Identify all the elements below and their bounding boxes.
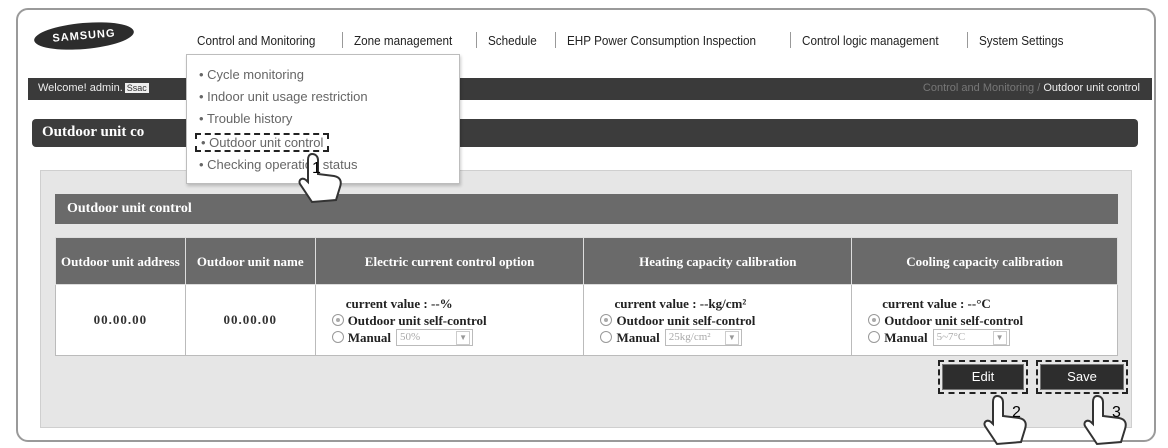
nav-separator: [789, 32, 791, 48]
nav-separator: [341, 32, 343, 48]
top-navigation: Control and Monitoring Zone management S…: [188, 28, 1084, 52]
select-value: 25kg/cm²: [668, 330, 711, 343]
panel-title-bar: Outdoor unit control: [55, 194, 1118, 224]
nav-control-logic-management[interactable]: Control logic management: [793, 33, 948, 48]
menu-item-cycle-monitoring[interactable]: • Cycle monitoring: [199, 67, 304, 82]
outdoor-unit-address: 00.00.00: [55, 284, 186, 356]
option-label: Manual: [347, 329, 392, 345]
heating-manual-select[interactable]: 25kg/cm² ▼: [664, 328, 742, 346]
column-header: Cooling capacity calibration: [851, 237, 1118, 285]
nav-separator: [475, 32, 477, 48]
option-label: Outdoor unit self-control: [884, 312, 1024, 328]
user-chip: Ssac: [124, 83, 149, 93]
cooling-self-control-option[interactable]: Outdoor unit self-control: [868, 312, 1116, 329]
edit-button[interactable]: Edit: [938, 360, 1028, 394]
breadcrumb: Control and Monitoring / Outdoor unit co…: [923, 82, 1140, 94]
cooling-manual-select[interactable]: 5~7°C ▼: [932, 328, 1010, 346]
chevron-down-icon: ▼: [992, 330, 1007, 345]
electric-self-control-option[interactable]: Outdoor unit self-control: [331, 312, 583, 329]
radio-selected-icon[interactable]: [600, 314, 613, 326]
select-value: 50%: [400, 330, 421, 343]
radio-icon[interactable]: [331, 331, 344, 343]
breadcrumb-parent[interactable]: Control and Monitoring: [923, 82, 1034, 94]
electric-manual-select[interactable]: 50% ▼: [396, 328, 474, 346]
heating-self-control-option[interactable]: Outdoor unit self-control: [600, 312, 850, 329]
hand-cursor-icon: [983, 394, 1027, 446]
step-marker: 2: [1012, 404, 1021, 421]
save-button[interactable]: Save: [1036, 360, 1128, 394]
nav-system-settings[interactable]: System Settings: [970, 33, 1073, 48]
radio-icon[interactable]: [868, 331, 881, 343]
step-marker: 3: [1112, 404, 1121, 421]
panel-title: Outdoor unit control: [67, 201, 192, 216]
nav-separator: [554, 32, 556, 48]
cooling-current-value: current value : --°C: [882, 295, 991, 311]
radio-icon[interactable]: [600, 331, 613, 343]
heating-current-value: current value : --kg/cm²: [614, 295, 747, 311]
column-header: Electric current control option: [314, 237, 585, 285]
nav-zone-management[interactable]: Zone management: [345, 33, 461, 48]
option-label: Manual: [884, 329, 928, 345]
chevron-down-icon: ▼: [724, 330, 739, 345]
table-header-row: Outdoor unit address Outdoor unit name E…: [55, 237, 1118, 285]
column-header: Heating capacity calibration: [583, 237, 853, 285]
electric-current-cell: current value : --% Outdoor unit self-co…: [314, 284, 585, 356]
electric-current-value: current value : --%: [345, 295, 453, 311]
nav-schedule[interactable]: Schedule: [479, 33, 546, 48]
option-label: Outdoor unit self-control: [616, 312, 756, 328]
heating-manual-option[interactable]: Manual 25kg/cm² ▼: [600, 328, 850, 346]
menu-item-label: Outdoor unit control: [209, 135, 324, 150]
outdoor-unit-table: Outdoor unit address Outdoor unit name E…: [55, 237, 1118, 356]
column-header: Outdoor unit address: [55, 237, 186, 285]
menu-item-label: Trouble history: [206, 111, 293, 126]
menu-item-indoor-usage-restriction[interactable]: • Indoor unit usage restriction: [199, 89, 368, 104]
nav-separator: [966, 32, 968, 48]
breadcrumb-separator: /: [1037, 82, 1041, 94]
welcome-message: Welcome! admin. Ssac: [38, 82, 149, 94]
hand-cursor-icon: [1083, 394, 1127, 446]
step-marker: 1: [312, 160, 321, 177]
nav-ehp-power-consumption[interactable]: EHP Power Consumption Inspection: [558, 33, 765, 48]
radio-selected-icon[interactable]: [868, 314, 881, 326]
heating-calibration-cell: current value : --kg/cm² Outdoor unit se…: [583, 284, 853, 356]
electric-manual-option[interactable]: Manual 50% ▼: [331, 328, 583, 346]
page-title: Outdoor unit co: [42, 124, 145, 140]
option-label: Outdoor unit self-control: [347, 312, 487, 328]
select-value: 5~7°C: [936, 330, 966, 343]
welcome-text: Welcome! admin.: [38, 82, 123, 94]
menu-item-trouble-history[interactable]: • Trouble history: [199, 111, 292, 126]
column-header: Outdoor unit name: [184, 237, 316, 285]
breadcrumb-current: Outdoor unit control: [1043, 82, 1140, 94]
option-label: Manual: [616, 329, 660, 345]
outdoor-unit-name: 00.00.00: [184, 284, 316, 356]
menu-item-label: Cycle monitoring: [207, 67, 304, 82]
chevron-down-icon: ▼: [456, 330, 471, 345]
radio-selected-icon[interactable]: [331, 314, 344, 326]
menu-item-label: Indoor unit usage restriction: [207, 89, 368, 104]
cooling-calibration-cell: current value : --°C Outdoor unit self-c…: [851, 284, 1118, 356]
cooling-manual-option[interactable]: Manual 5~7°C ▼: [868, 328, 1116, 346]
nav-control-and-monitoring[interactable]: Control and Monitoring: [188, 33, 324, 48]
table-row: 00.00.00 00.00.00 current value : --% Ou…: [55, 284, 1118, 356]
